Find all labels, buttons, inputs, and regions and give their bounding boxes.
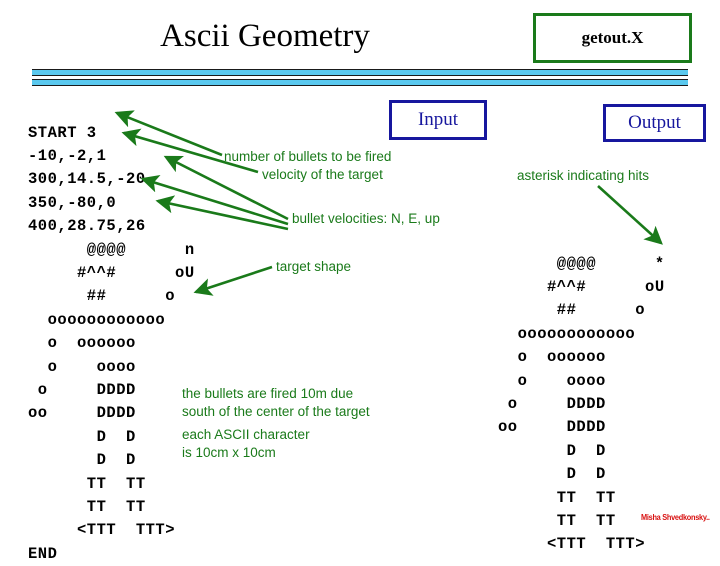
arrow-to-target-shape bbox=[196, 267, 272, 292]
annotation-bullet-velocities: bullet velocities: N, E, up bbox=[292, 210, 440, 227]
getout-file-badge: getout.X bbox=[533, 13, 692, 63]
getout-file-label: getout.X bbox=[582, 28, 644, 48]
annotation-target-shape: target shape bbox=[276, 258, 351, 275]
divider-bar-bottom bbox=[32, 79, 688, 86]
annotation-target-velocity: velocity of the target bbox=[262, 166, 383, 183]
annotation-fired-note: the bullets are fired 10m due south of t… bbox=[182, 385, 370, 421]
output-ascii-listing: @@@@ * #^^# oU ## o oooooooooooo o ooooo… bbox=[498, 253, 665, 557]
annotation-bullets-count: number of bullets to be fired bbox=[224, 148, 391, 165]
slide-canvas: Ascii Geometry getout.X Input Output STA… bbox=[0, 0, 720, 540]
input-ascii-listing: START 3 -10,-2,1 300,14.5,-20 350,-80,0 … bbox=[28, 122, 195, 566]
section-label-output: Output bbox=[603, 104, 706, 142]
annotation-char-size-note: each ASCII character is 10cm x 10cm bbox=[182, 426, 310, 462]
page-title: Ascii Geometry bbox=[0, 18, 530, 55]
arrow-to-asterisk bbox=[598, 186, 661, 243]
section-label-input: Input bbox=[389, 100, 487, 140]
annotation-asterisk-hits: asterisk indicating hits bbox=[517, 167, 649, 184]
author-watermark: Misha Shvedkonsky.. bbox=[641, 513, 710, 522]
divider-bar-top bbox=[32, 69, 688, 76]
